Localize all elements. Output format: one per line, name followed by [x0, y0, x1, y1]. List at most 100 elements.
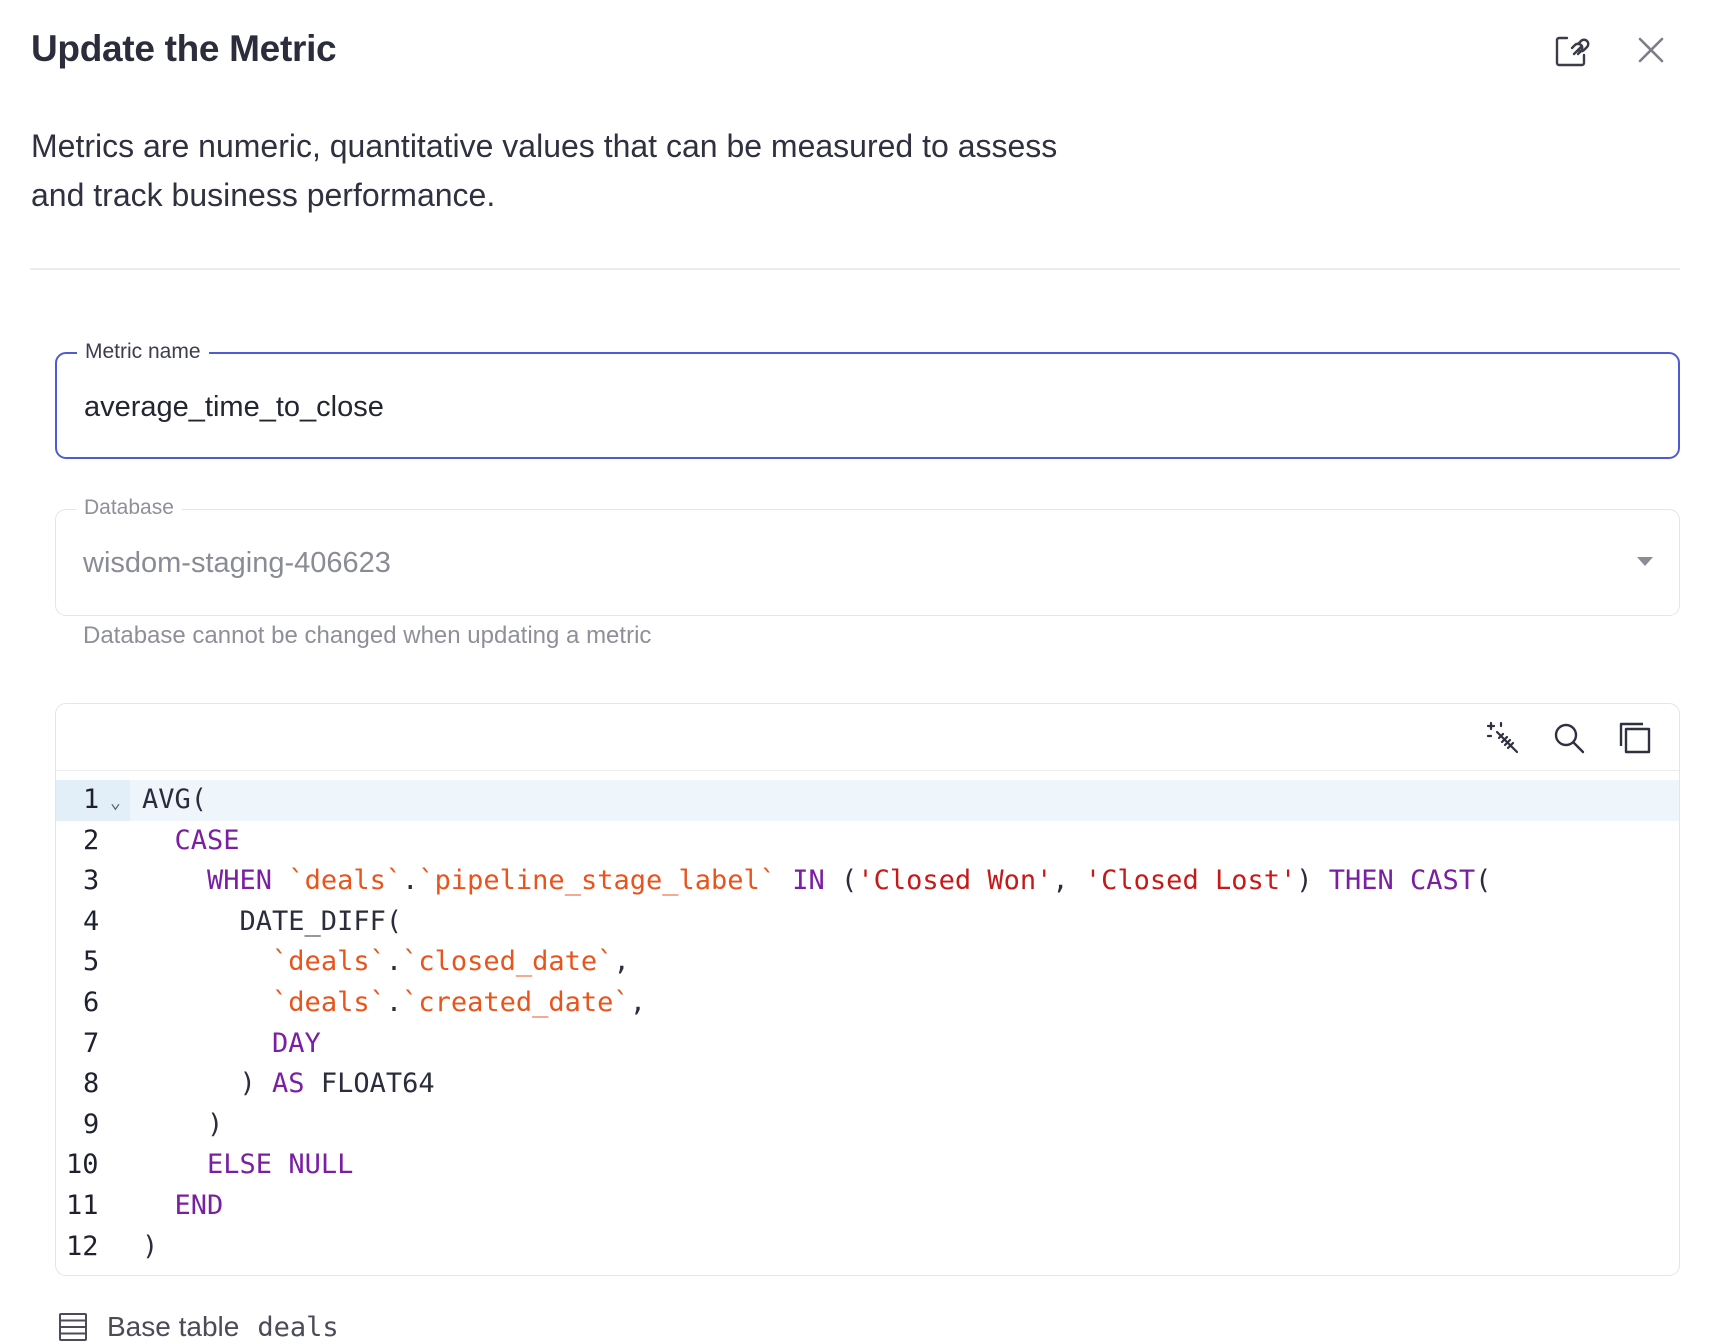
- code-token: IN: [792, 865, 825, 897]
- code-token: ): [142, 1230, 159, 1262]
- code-token: ,: [629, 986, 646, 1018]
- code-text: ) AS FLOAT64: [142, 1064, 435, 1105]
- code-token: .: [385, 946, 403, 978]
- database-helper-text: Database cannot be changed when updating…: [83, 622, 652, 649]
- code-token: ): [142, 1068, 273, 1100]
- code-token: ): [1296, 865, 1329, 897]
- database-select: Database wisdom-staging-406623: [55, 494, 1680, 616]
- code-text: ELSE NULL: [142, 1145, 353, 1186]
- code-line[interactable]: 3 WHEN `deals`.`pipeline_stage_label` IN…: [56, 861, 1679, 902]
- line-number: 2: [83, 824, 100, 856]
- code-token: CAST: [1410, 865, 1476, 897]
- line-number: 11: [66, 1189, 99, 1221]
- code-token: `created_date`: [402, 986, 630, 1018]
- search-icon: [1554, 723, 1585, 754]
- code-token: NULL: [288, 1149, 354, 1181]
- code-token: ,: [1052, 865, 1085, 897]
- code-line[interactable]: 2 CASE: [56, 821, 1679, 862]
- code-token: WHEN: [207, 865, 273, 897]
- code-token: `deals`: [288, 865, 403, 897]
- chevron-down-icon: [1637, 557, 1653, 566]
- code-text: AVG(: [142, 780, 207, 821]
- code-token: (: [824, 865, 858, 897]
- editor-toolbar: [56, 704, 1679, 771]
- line-number: 7: [83, 1027, 100, 1059]
- update-metric-dialog: Update the Metric Metrics are numeric, q…: [0, 0, 1710, 1344]
- base-table-label: Base table: [107, 1311, 240, 1342]
- code-token: `closed_date`: [402, 946, 614, 978]
- database-label: Database: [76, 494, 182, 522]
- code-text: `deals`.`closed_date`,: [142, 942, 630, 983]
- code-line[interactable]: 7 DAY: [56, 1024, 1679, 1065]
- code-text: DATE_DIFF(: [142, 902, 403, 943]
- code-token: `pipeline_stage_label`: [418, 865, 777, 897]
- code-token: 'Closed Lost': [1084, 865, 1297, 897]
- code-token: ELSE: [207, 1149, 273, 1181]
- table-icon: [59, 1313, 87, 1341]
- code-line[interactable]: 1 ⌄ AVG(: [56, 780, 1679, 821]
- code-line[interactable]: 4 DATE_DIFF(: [56, 902, 1679, 943]
- magic-wand-icon: [1486, 721, 1519, 754]
- code-token: `deals`: [272, 946, 386, 978]
- code-token: 'Closed Won': [857, 865, 1053, 897]
- code-token: ,: [613, 946, 630, 978]
- link-edit-button[interactable]: [1548, 26, 1596, 74]
- code-token: CASE: [174, 824, 240, 856]
- code-line[interactable]: 5 `deals`.`closed_date`,: [56, 942, 1679, 983]
- copy-icon: [1619, 722, 1651, 754]
- sql-code-editor[interactable]: 1 ⌄ AVG(2 CASE 3 WHEN `deals`.`pipeline_sta…: [55, 703, 1680, 1276]
- code-line[interactable]: 10 ELSE NULL: [56, 1145, 1679, 1186]
- metric-name-label: Metric name: [77, 338, 209, 366]
- metric-name-field[interactable]: Metric name average_time_to_close: [55, 338, 1680, 459]
- line-number: 9: [83, 1108, 100, 1140]
- code-token: `deals`: [272, 986, 386, 1018]
- code-token: DAY: [272, 1027, 321, 1059]
- code-token: .: [385, 986, 403, 1018]
- line-number: 3: [83, 865, 100, 897]
- code-token: (: [1475, 865, 1492, 897]
- format-code-button[interactable]: [1483, 718, 1523, 758]
- code-token: AS: [272, 1068, 305, 1100]
- line-number: 10: [66, 1149, 99, 1181]
- code-line[interactable]: 6 `deals`.`created_date`,: [56, 983, 1679, 1024]
- header-divider: [30, 268, 1680, 270]
- code-text: DAY: [142, 1024, 321, 1065]
- line-number: 4: [83, 905, 100, 937]
- code-line[interactable]: 11 END: [56, 1186, 1679, 1227]
- line-number: 12: [66, 1230, 99, 1262]
- code-line[interactable]: 9 ): [56, 1105, 1679, 1146]
- line-number: 6: [83, 986, 100, 1018]
- code-token: ): [142, 1108, 224, 1140]
- code-text: CASE: [142, 821, 240, 862]
- code-token: AVG(: [142, 784, 208, 815]
- code-line[interactable]: 8 ) AS FLOAT64: [56, 1064, 1679, 1105]
- line-number: 5: [83, 946, 100, 978]
- code-line[interactable]: 12): [56, 1227, 1679, 1268]
- close-icon: [1638, 37, 1664, 63]
- fold-chevron-icon[interactable]: ⌄: [110, 783, 121, 824]
- code-text: END: [142, 1186, 224, 1227]
- close-button[interactable]: [1627, 26, 1675, 74]
- link-edit-icon: [1555, 36, 1590, 67]
- code-token: END: [174, 1189, 224, 1221]
- search-code-button[interactable]: [1549, 718, 1589, 758]
- code-text: ): [142, 1105, 223, 1146]
- dialog-title: Update the Metric: [31, 28, 337, 69]
- code-text: `deals`.`created_date`,: [142, 983, 646, 1024]
- metric-name-input[interactable]: average_time_to_close: [84, 387, 384, 427]
- line-number: 8: [83, 1068, 100, 1100]
- code-text: WHEN `deals`.`pipeline_stage_label` IN (…: [142, 861, 1491, 902]
- database-value: wisdom-staging-406623: [83, 547, 391, 579]
- copy-code-button[interactable]: [1615, 718, 1655, 758]
- code-lines[interactable]: 1 ⌄ AVG(2 CASE 3 WHEN `deals`.`pipeline_sta…: [56, 780, 1679, 1267]
- dialog-description: Metrics are numeric, quantitative values…: [31, 128, 1058, 213]
